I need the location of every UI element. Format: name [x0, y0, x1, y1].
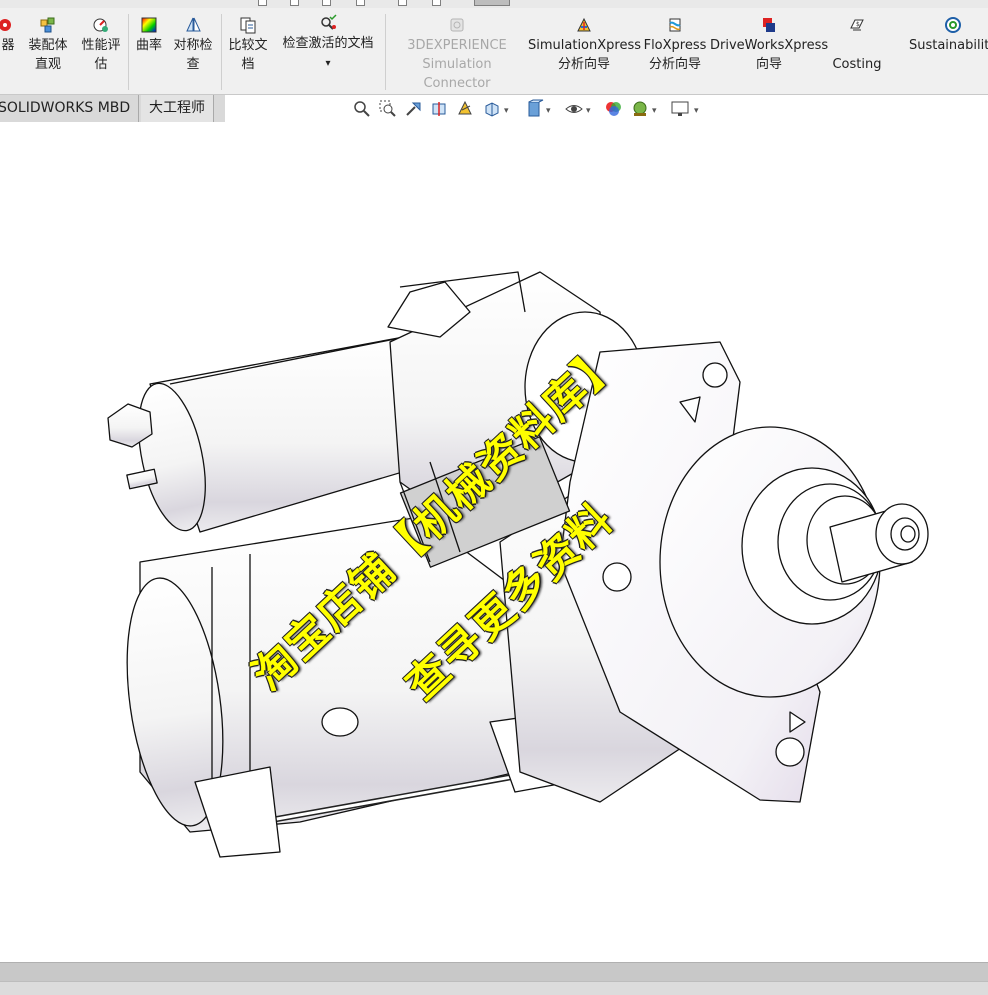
compare-documents-icon — [240, 17, 256, 34]
partial-tool-icon — [0, 19, 11, 31]
evaluate-ribbon: 器 装配体 直观 性能评 估 曲率 对称检 查 比较文 档 检查激活的文档 ▾ … — [0, 8, 988, 95]
curvature-button[interactable]: 曲率 — [132, 14, 166, 55]
check-active-document-button[interactable]: 检查激活的文档 ▾ — [276, 14, 380, 73]
simulationxpress-button[interactable]: SimulationXpress 分析向导 — [528, 14, 641, 74]
zoom-to-area-icon[interactable] — [378, 99, 398, 119]
floxpress-icon — [669, 18, 681, 32]
section-view-icon[interactable] — [430, 99, 450, 119]
tab-da-gong-cheng-shi[interactable]: 大工程师 — [141, 95, 214, 122]
driveworksxpress-button[interactable]: DriveWorksXpress 向导 — [710, 14, 828, 74]
costing-button[interactable]: $ Costing — [830, 14, 884, 74]
view-settings-icon[interactable] — [670, 99, 690, 119]
strip-tick-icon — [258, 0, 267, 6]
edit-appearance-icon[interactable] — [604, 99, 624, 119]
command-manager-tabs: SOLIDWORKS MBD 大工程师 — [0, 95, 225, 123]
curvature-icon — [141, 17, 157, 33]
costing-icon: $ — [850, 19, 864, 31]
simulation-connector-button[interactable]: 3DEXPERIENCE Simulation Connector — [388, 14, 526, 93]
performance-evaluation-icon — [93, 18, 108, 32]
symmetry-check-icon — [186, 17, 201, 32]
strip-tick-icon — [322, 0, 331, 6]
ribbon-separator — [128, 14, 129, 90]
driveworksxpress-icon — [763, 18, 775, 32]
chevron-down-icon[interactable]: ▾ — [694, 106, 699, 116]
heads-up-view-toolbar: ▾ ▾ ▾ ▾ ▾ — [352, 99, 712, 121]
chevron-down-icon[interactable]: ▾ — [504, 106, 509, 116]
performance-evaluation-button[interactable]: 性能评 估 — [78, 14, 124, 74]
simulationxpress-icon — [577, 17, 591, 32]
svg-text:$: $ — [856, 21, 860, 28]
apply-scene-icon[interactable] — [630, 99, 650, 119]
previous-view-icon[interactable] — [404, 99, 424, 119]
chevron-down-icon[interactable]: ▾ — [586, 106, 591, 116]
check-active-document-icon — [321, 14, 337, 30]
ribbon-separator — [221, 14, 222, 90]
sustainability-icon — [945, 17, 961, 33]
sustainability-button[interactable]: Sustainability — [906, 14, 988, 55]
assembly-visualization-button[interactable]: 装配体 直观 — [24, 14, 72, 74]
ribbon-separator — [385, 14, 386, 90]
strip-tick-icon — [398, 0, 407, 6]
strip-tick-icon — [356, 0, 365, 6]
dynamic-annotation-icon[interactable] — [456, 99, 476, 119]
assembly-visualization-icon — [40, 17, 55, 33]
strip-tick-icon — [432, 0, 441, 6]
zoom-to-fit-icon[interactable] — [352, 99, 372, 119]
strip-tick-icon — [290, 0, 299, 6]
display-style-icon[interactable] — [524, 99, 544, 119]
graphics-area[interactable]: 淘宝店铺【机械资料库】 查寻更多资料 — [0, 122, 988, 962]
3dexperience-icon — [450, 18, 464, 32]
tool-partial-left[interactable]: 器 — [0, 14, 18, 55]
view-orientation-icon[interactable] — [482, 99, 502, 119]
chevron-down-icon[interactable]: ▾ — [652, 106, 657, 116]
compare-documents-button[interactable]: 比较文 档 — [225, 14, 271, 74]
symmetry-check-button[interactable]: 对称检 查 — [170, 14, 216, 74]
floxpress-button[interactable]: FloXpress 分析向导 — [642, 14, 708, 74]
bottom-bar — [0, 981, 988, 995]
status-bar — [0, 962, 988, 981]
chevron-down-icon[interactable]: ▾ — [546, 106, 551, 116]
tab-solidworks-mbd[interactable]: SOLIDWORKS MBD — [0, 95, 140, 122]
hide-show-items-icon[interactable] — [564, 99, 584, 119]
strip-tab-icon — [474, 0, 510, 6]
starter-motor-model — [107, 271, 929, 858]
